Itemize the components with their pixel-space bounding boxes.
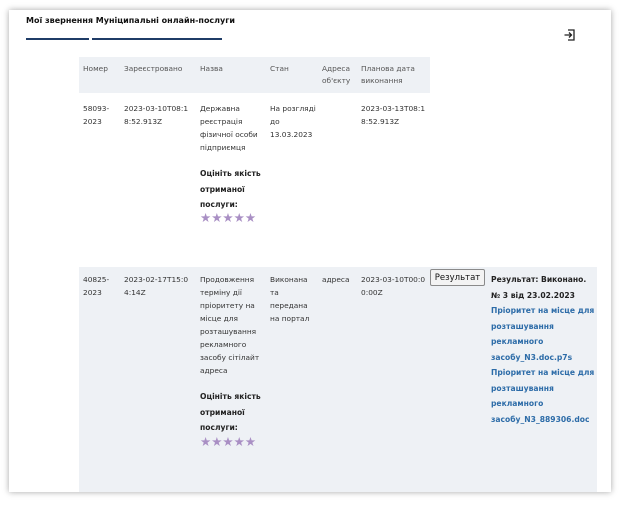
- row-number: 40825-2023: [83, 275, 110, 297]
- rating-stars[interactable]: ★★★★★: [200, 209, 256, 227]
- file-link[interactable]: Пріоритет на місце для розташування рекл…: [491, 365, 596, 427]
- app-window: Мої звернення Муніципальні онлайн-послуг…: [9, 10, 611, 492]
- tab-municipal-services-underline: [92, 38, 222, 40]
- row-address: адреса: [322, 275, 350, 284]
- rate-service-label: Оцініть якість отриманої послуги:: [200, 169, 261, 209]
- row-planned-date: 2023-03-10T00:00:00Z: [361, 275, 426, 297]
- row-registered: 2023-02-17T15:04:14Z: [124, 275, 189, 297]
- row-planned-date: 2023-03-13T08:18:52.913Z: [361, 104, 426, 126]
- tab-municipal-services[interactable]: Муніципальні онлайн-послуги: [96, 16, 235, 25]
- tab-my-requests[interactable]: Мої звернення: [26, 16, 93, 25]
- table-header: Номер Зареєстровано Назва Стан Адреса об…: [79, 57, 430, 93]
- row-status: Виконана та передана на портал: [270, 275, 310, 323]
- tab-my-requests-underline: [26, 38, 89, 40]
- header-number: Номер: [83, 64, 108, 73]
- row-name: Продовження терміну дії пріоритету на мі…: [200, 275, 260, 375]
- row-registered: 2023-03-10T08:18:52.913Z: [124, 104, 189, 126]
- header-status: Стан: [270, 64, 289, 73]
- tabs: Мої звернення Муніципальні онлайн-послуг…: [26, 16, 235, 25]
- rate-service-label: Оцініть якість отриманої послуги:: [200, 392, 261, 432]
- result-status: Результат: Виконано. № 3 від 23.02.2023: [491, 275, 587, 300]
- header-planned-date: Планова дата виконання: [361, 64, 415, 85]
- file-link[interactable]: Пріоритет на місце для розташування рекл…: [491, 303, 596, 365]
- header-registered: Зареєстровано: [124, 64, 183, 73]
- logout-icon[interactable]: [563, 27, 577, 41]
- row-status: На розгляді до 13.03.2023: [270, 104, 316, 139]
- header-name: Назва: [200, 64, 223, 73]
- row-number: 58093-2023: [83, 104, 110, 126]
- header-address: Адреса об'єкту: [322, 64, 351, 85]
- rating-stars[interactable]: ★★★★★: [200, 433, 256, 451]
- row-name: Державна реєстрація фізичної особи підпр…: [200, 104, 258, 152]
- result-button[interactable]: Результат: [430, 269, 485, 286]
- result-panel: Результат: Виконано. № 3 від 23.02.2023 …: [491, 272, 596, 427]
